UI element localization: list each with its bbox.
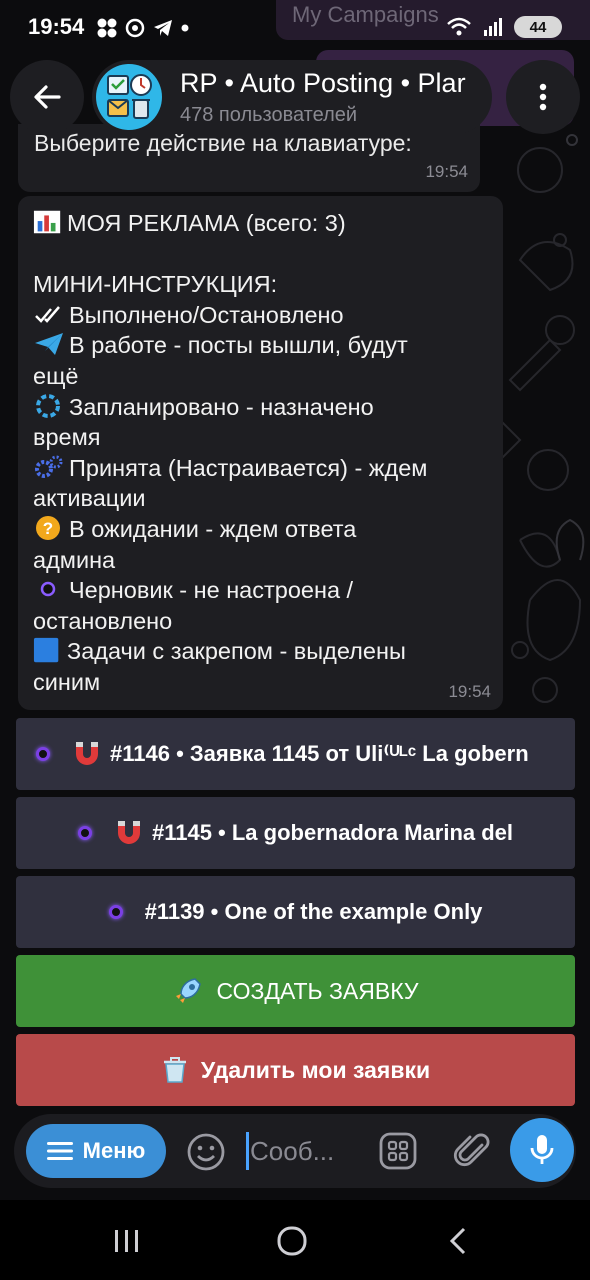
home-circle-icon [277, 1226, 307, 1256]
bot-menu-button[interactable]: Меню [26, 1124, 166, 1178]
rocket-icon [175, 978, 201, 1003]
message-input[interactable] [250, 1128, 368, 1174]
gears-icon [35, 455, 63, 478]
chat-title: RP • Auto Posting • Plar [180, 68, 466, 98]
instruction-line: остановлено [33, 607, 173, 634]
telegram-icon [154, 20, 172, 36]
system-back-button[interactable] [446, 1226, 470, 1261]
campaign-button-label: #1146 • Заявка 1145 от Uli⁽ᵁᴸᶜ La gobern [110, 741, 529, 766]
notification-icons [96, 17, 190, 39]
paperclip-icon [453, 1133, 490, 1167]
instruction-line: админа [33, 546, 116, 573]
hamburger-icon [46, 1142, 73, 1160]
instruction-line: время [33, 424, 101, 451]
instruction-line: Задачи с закрепом - выделены [67, 638, 406, 665]
battery-indicator: 44 [514, 16, 562, 38]
message-time: 19:54 [448, 682, 491, 701]
create-request-label: СОЗДАТЬ ЗАЯВКУ [216, 977, 419, 1004]
chat-header: RP • Auto Posting • Plar 478 пользовател… [0, 58, 590, 136]
more-options-button[interactable] [506, 60, 580, 134]
system-icons: 44 [446, 16, 562, 38]
draft-status-icon [108, 905, 123, 919]
wifi-icon [447, 17, 471, 36]
instruction-line: В работе - посты вышли, будут [69, 332, 408, 359]
system-navigation-bar [0, 1200, 590, 1280]
magnet-icon [117, 821, 140, 844]
recents-button[interactable] [112, 1228, 142, 1259]
avatar-collage-icon [107, 74, 152, 119]
status-bar: 19:54 44 [0, 0, 590, 58]
dot-icon [181, 24, 189, 32]
instruction-line: активации [33, 485, 146, 512]
status-time: 19:54 [28, 14, 85, 39]
kebab-menu-icon [539, 83, 547, 111]
create-request-button[interactable]: СОЗДАТЬ ЗАЯВКУ [16, 955, 575, 1027]
instruction-line: синим [33, 668, 101, 695]
instruction-line: Запланировано - назначено [69, 393, 374, 420]
bot-keyboard-button[interactable] [378, 1131, 418, 1176]
instruction-line: ещё [33, 362, 79, 389]
question-mark-icon: ? [36, 515, 60, 540]
attach-button[interactable] [452, 1131, 492, 1176]
message-heading: МОЯ РЕКЛАМА (всего: 3) [67, 210, 346, 236]
message-time: 19:54 [425, 162, 468, 181]
text-cursor [246, 1132, 249, 1170]
home-button[interactable] [276, 1226, 308, 1261]
keyboard-grid-icon [379, 1132, 417, 1170]
instruction-line: Выполнено/Остановлено [69, 301, 344, 328]
microphone-icon [530, 1135, 554, 1164]
magnet-icon [76, 742, 98, 765]
message-input-bar: Меню [14, 1114, 576, 1188]
delete-requests-button[interactable]: Удалить мои заявки [16, 1034, 575, 1106]
blue-square-icon [33, 638, 59, 663]
loading-spinner-icon [36, 393, 60, 418]
arrow-left-icon [34, 85, 61, 109]
instruction-line: Принята (Настраивается) - ждем [69, 454, 428, 481]
voice-message-button[interactable] [510, 1118, 574, 1182]
chevron-left-icon [449, 1227, 466, 1255]
smiley-icon [187, 1133, 225, 1171]
message-bubble: МОЯ РЕКЛАМА (всего: 3) МИНИ-ИНСТРУКЦИЯ: … [18, 196, 503, 710]
paper-plane-icon [35, 333, 63, 356]
instruction-line: В ожидании - ждем ответа [69, 515, 357, 542]
bot-menu-label: Меню [82, 1138, 146, 1163]
message-body: МОЯ РЕКЛАМА (всего: 3) МИНИ-ИНСТРУКЦИЯ: … [33, 208, 493, 698]
draft-status-icon [36, 747, 50, 761]
back-button[interactable] [10, 60, 84, 134]
draft-circle-icon [40, 581, 56, 597]
chat-subtitle: 478 пользователей [180, 104, 358, 126]
campaign-button[interactable]: #1139 • One of the example Only [16, 876, 575, 948]
svg-text:?: ? [43, 519, 53, 538]
draft-status-icon [77, 826, 92, 840]
campaign-button-label: #1139 • One of the example Only [144, 899, 483, 924]
signal-icon [484, 18, 502, 36]
recents-icon [115, 1230, 138, 1252]
app-dots-icon [97, 18, 117, 38]
delete-requests-label: Удалить мои заявки [200, 1056, 431, 1083]
campaign-button[interactable]: #1145 • La gobernadora Marina del [16, 797, 575, 869]
instructions-title: МИНИ-ИНСТРУКЦИЯ: [33, 271, 278, 298]
openai-icon [125, 18, 145, 38]
bar-chart-icon [33, 210, 61, 234]
campaign-button-label: #1145 • La gobernadora Marina del [151, 820, 514, 845]
double-check-icon [35, 305, 60, 323]
instruction-line: Черновик - не настроена / [69, 577, 354, 604]
emoji-button[interactable] [186, 1132, 226, 1177]
trash-icon [163, 1057, 186, 1083]
chat-info[interactable]: RP • Auto Posting • Plar 478 пользовател… [92, 60, 492, 134]
chat-avatar [96, 64, 162, 130]
message-heading-line: МОЯ РЕКЛАМА (всего: 3) [33, 208, 493, 239]
campaign-button[interactable]: #1146 • Заявка 1145 от Uli⁽ᵁᴸᶜ La gobern [16, 718, 575, 790]
